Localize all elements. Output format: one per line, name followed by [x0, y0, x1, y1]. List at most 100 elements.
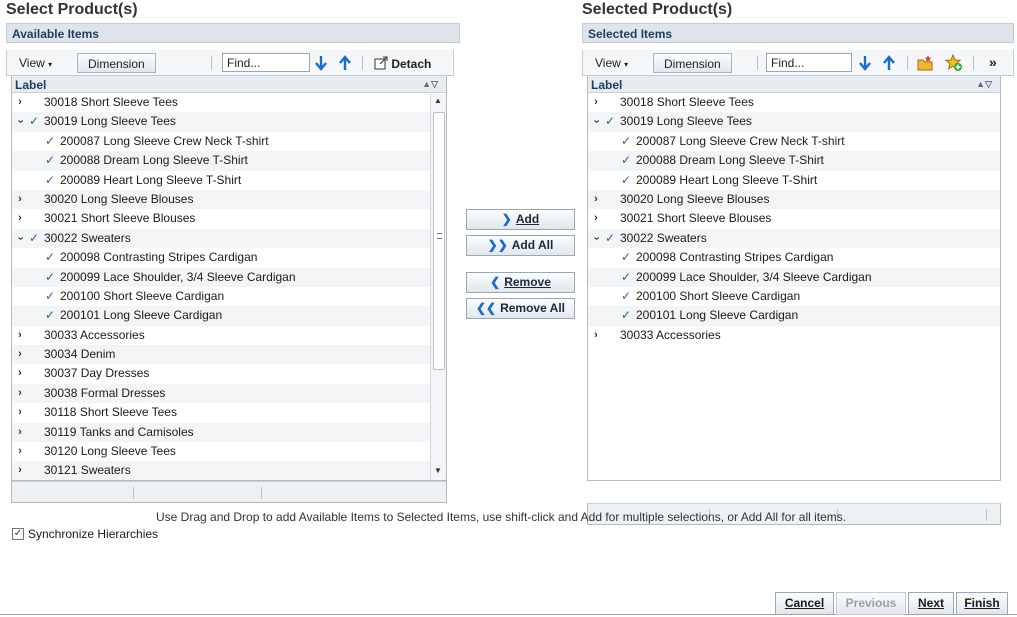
label-column-text: Label [15, 78, 47, 92]
collapsed-chevron-icon[interactable]: › [14, 93, 26, 112]
view-menu[interactable]: View ▾ [589, 54, 634, 72]
scroll-up-icon[interactable]: ▲ [434, 96, 442, 105]
tree-row[interactable]: › ✓ 30022 Sweaters [12, 228, 430, 249]
expanded-chevron-icon[interactable]: › [12, 116, 30, 128]
tree-row[interactable]: ✓ 200098 Contrasting Stripes Cardigan [12, 248, 430, 267]
label-column-header[interactable]: Label ▲▽ [588, 76, 1000, 93]
tree-row-label: 200099 Lace Shoulder, 3/4 Sleeve Cardiga… [60, 269, 296, 284]
tree-row[interactable]: ✓ 200087 Long Sleeve Crew Neck T-shirt [12, 132, 430, 151]
collapsed-chevron-icon[interactable]: › [14, 209, 26, 228]
tree-row[interactable]: › 30033 Accessories [12, 326, 430, 345]
remove-all-button[interactable]: ❮❮ Remove All [466, 298, 575, 319]
check-icon: ✓ [45, 308, 56, 323]
dimension-button[interactable]: Dimension [77, 53, 156, 73]
label-column-header[interactable]: Label ▲▽ [12, 76, 446, 93]
tree-row[interactable]: › 30021 Short Sleeve Blouses [588, 209, 1000, 228]
toolbar-separator [973, 56, 974, 70]
tree-row[interactable]: › 30020 Long Sleeve Blouses [588, 189, 1000, 210]
collapsed-chevron-icon[interactable]: › [590, 190, 602, 209]
tree-row[interactable]: ✓ 200087 Long Sleeve Crew Neck T-shirt [588, 132, 1000, 151]
tree-row[interactable]: ✓ 200099 Lace Shoulder, 3/4 Sleeve Cardig… [588, 267, 1000, 287]
folder-star-icon[interactable] [916, 54, 934, 72]
move-down-icon[interactable] [856, 54, 874, 72]
check-icon: ✓ [45, 133, 56, 148]
collapsed-chevron-icon[interactable]: › [590, 209, 602, 228]
scrollbar-thumb[interactable] [433, 112, 445, 370]
tree-row[interactable]: › 30038 Formal Dresses [12, 383, 430, 404]
collapsed-chevron-icon[interactable]: › [14, 461, 26, 480]
collapsed-chevron-icon[interactable]: › [14, 190, 26, 209]
available-items-tree[interactable]: Label ▲▽ › 30018 Short Sleeve Tees › ✓ 30019 … [11, 76, 447, 481]
tree-row[interactable]: › 30018 Short Sleeve Tees [588, 93, 1000, 112]
move-down-icon[interactable] [312, 54, 330, 72]
expanded-chevron-icon[interactable]: › [12, 232, 30, 244]
tree-row[interactable]: › 30119 Tanks and Camisoles [12, 422, 430, 443]
add-label: Add [515, 212, 540, 226]
vertical-scrollbar[interactable]: ▲ ▼ [430, 94, 446, 480]
star-add-icon[interactable] [945, 54, 963, 72]
add-button[interactable]: ❯ Add [466, 209, 575, 230]
dimension-button[interactable]: Dimension [653, 53, 732, 73]
remove-button[interactable]: ❮ Remove [466, 272, 575, 293]
tree-row[interactable]: ✓ 200100 Short Sleeve Cardigan [12, 287, 430, 306]
collapsed-chevron-icon[interactable]: › [590, 93, 602, 112]
scroll-down-icon[interactable]: ▼ [434, 466, 442, 475]
sort-icon[interactable]: ▲▽ [976, 79, 992, 90]
expanded-chevron-icon[interactable]: › [588, 116, 606, 128]
tree-row-label: 200100 Short Sleeve Cardigan [636, 288, 801, 303]
tree-row[interactable]: › ✓ 30019 Long Sleeve Tees [12, 112, 430, 132]
find-input[interactable] [766, 53, 852, 72]
collapsed-chevron-icon[interactable]: › [14, 345, 26, 364]
tree-row[interactable]: › 30020 Long Sleeve Blouses [12, 189, 430, 210]
tree-row[interactable]: › 30033 Accessories [588, 326, 1000, 345]
tree-row-label: 200087 Long Sleeve Crew Neck T-shirt [636, 133, 845, 148]
tree-row[interactable]: › 30018 Short Sleeve Tees [12, 93, 430, 112]
tree-row[interactable]: ✓ 200089 Heart Long Sleeve T-Shirt [12, 171, 430, 190]
check-icon: ✓ [45, 250, 56, 265]
collapsed-chevron-icon[interactable]: › [14, 442, 26, 461]
move-up-icon[interactable] [336, 54, 354, 72]
view-menu[interactable]: View ▾ [13, 54, 58, 72]
previous-button[interactable]: Previous [836, 592, 906, 615]
collapsed-chevron-icon[interactable]: › [14, 326, 26, 345]
tree-row[interactable]: ✓ 200099 Lace Shoulder, 3/4 Sleeve Cardig… [12, 267, 430, 287]
collapsed-chevron-icon[interactable]: › [590, 326, 602, 345]
tree-row[interactable]: › 30037 Day Dresses [12, 364, 430, 383]
collapsed-chevron-icon[interactable]: › [14, 364, 26, 383]
more-overflow-button[interactable]: » [983, 52, 1003, 70]
tree-row[interactable]: ✓ 200088 Dream Long Sleeve T-Shirt [588, 151, 1000, 171]
detach-button[interactable]: Detach [368, 54, 437, 72]
expanded-chevron-icon[interactable]: › [588, 232, 606, 244]
synchronize-checkbox[interactable]: ✓ [12, 528, 24, 540]
footer-separator [986, 509, 987, 521]
tree-row-label: 30038 Formal Dresses [44, 385, 166, 400]
tree-row[interactable]: › 30021 Short Sleeve Blouses [12, 209, 430, 228]
tree-row-label: 200101 Long Sleeve Cardigan [60, 308, 223, 323]
next-button[interactable]: Next [908, 592, 954, 615]
selected-items-tree[interactable]: Label ▲▽ › 30018 Short Sleeve Tees › ✓ 30019 … [587, 76, 1001, 481]
synchronize-hierarchies-option[interactable]: ✓ Synchronize Hierarchies [12, 526, 158, 542]
tree-row[interactable]: ✓ 200100 Short Sleeve Cardigan [588, 287, 1000, 306]
tree-row[interactable]: › 30121 Sweaters [12, 461, 430, 480]
tree-row[interactable]: ✓ 200101 Long Sleeve Cardigan [12, 306, 430, 326]
add-all-button[interactable]: ❯❯ Add All [466, 235, 575, 256]
tree-row[interactable]: › 30118 Short Sleeve Tees [12, 403, 430, 422]
collapsed-chevron-icon[interactable]: › [14, 403, 26, 422]
sort-icon[interactable]: ▲▽ [422, 79, 438, 90]
tree-row[interactable]: › 30120 Long Sleeve Tees [12, 442, 430, 461]
finish-button[interactable]: Finish [956, 592, 1008, 615]
check-icon: ✓ [45, 172, 56, 187]
move-up-icon[interactable] [880, 54, 898, 72]
find-input[interactable] [222, 53, 310, 72]
tree-row[interactable]: ✓ 200098 Contrasting Stripes Cardigan [588, 248, 1000, 267]
collapsed-chevron-icon[interactable]: › [14, 384, 26, 403]
collapsed-chevron-icon[interactable]: › [14, 423, 26, 442]
tree-row[interactable]: ✓ 200088 Dream Long Sleeve T-Shirt [12, 151, 430, 171]
tree-row[interactable]: › ✓ 30019 Long Sleeve Tees [588, 112, 1000, 132]
selected-items-header: Selected Items [582, 23, 1014, 43]
tree-row[interactable]: › ✓ 30022 Sweaters [588, 228, 1000, 249]
tree-row[interactable]: › 30034 Denim [12, 345, 430, 365]
tree-row[interactable]: ✓ 200101 Long Sleeve Cardigan [588, 306, 1000, 326]
cancel-button[interactable]: Cancel [775, 592, 834, 615]
tree-row[interactable]: ✓ 200089 Heart Long Sleeve T-Shirt [588, 171, 1000, 190]
